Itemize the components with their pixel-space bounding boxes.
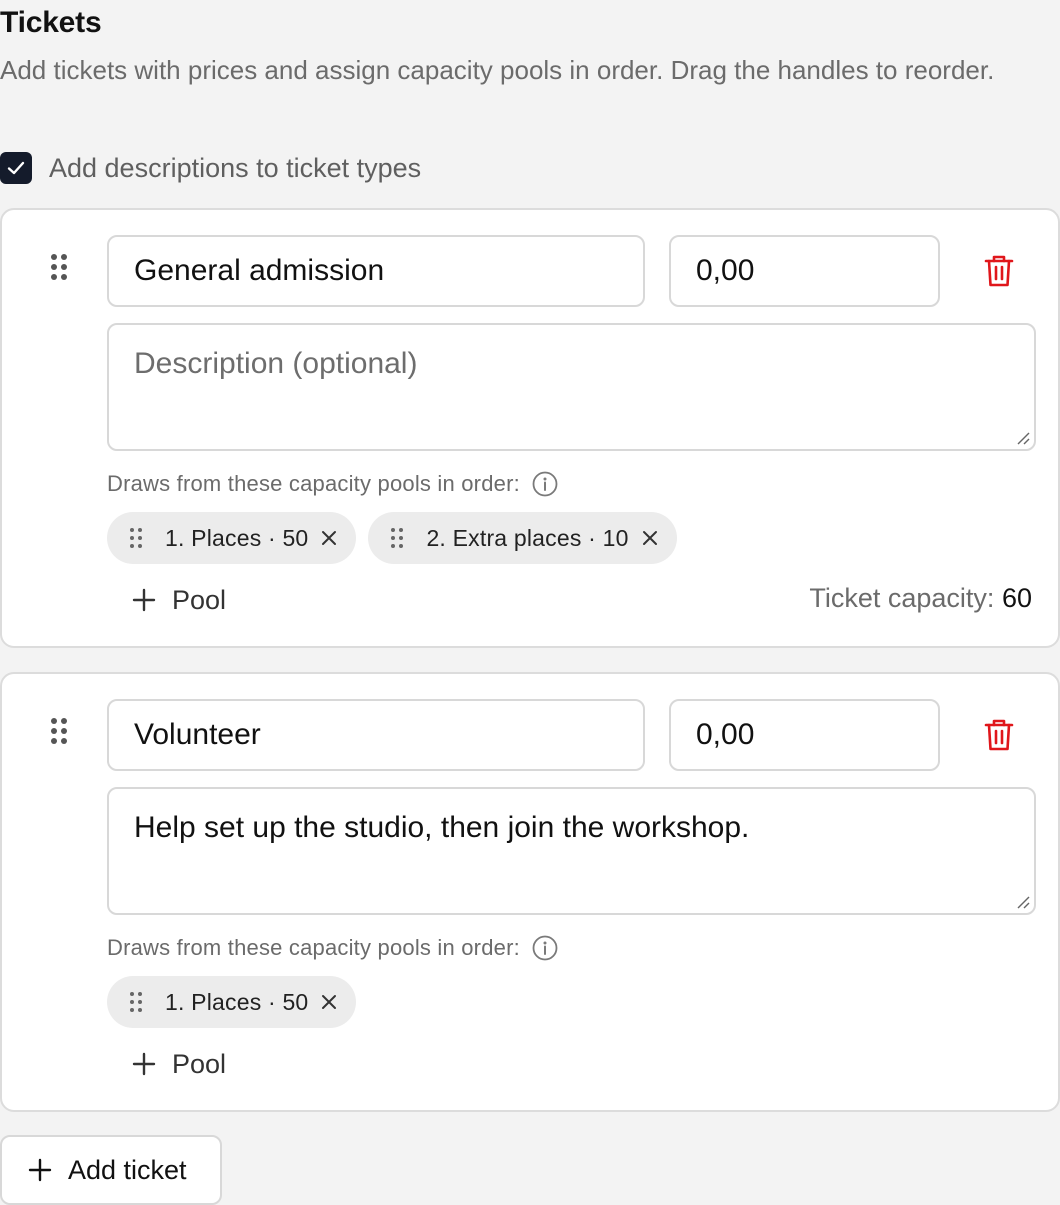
section-description: Add tickets with prices and assign capac… [0, 55, 995, 85]
pool-chip[interactable]: 1. Places · 50 [107, 512, 357, 564]
ticket-name-input[interactable]: Volunteer [107, 699, 645, 771]
section-title: Tickets [0, 6, 102, 39]
add-pool-button[interactable]: Pool [132, 1046, 226, 1082]
ticket-description-placeholder: Description (optional) [134, 347, 418, 380]
ticket-capacity: Ticket capacity: 60 [809, 583, 1032, 613]
resize-grip-icon[interactable] [1016, 895, 1030, 909]
pool-chip-label: 1. Places · 50 [165, 524, 309, 551]
descriptions-toggle-label: Add descriptions to ticket types [49, 152, 422, 183]
ticket-capacity-value: 60 [1001, 583, 1032, 613]
add-ticket-label: Add ticket [68, 1154, 187, 1185]
pool-chip-label: 2. Extra places · 10 [426, 524, 629, 551]
ticket-card: General admission 0,00 Description (opti… [0, 208, 1060, 648]
ticket-price-input[interactable]: 0,00 [669, 699, 940, 771]
info-icon[interactable] [532, 471, 558, 497]
plus-icon [132, 1052, 156, 1076]
descriptions-checkbox[interactable] [0, 152, 32, 184]
pool-chips: 1. Places · 50 [107, 976, 357, 1028]
check-icon [7, 161, 25, 175]
ticket-description-input[interactable]: Description (optional) [107, 323, 1036, 451]
add-pool-button[interactable]: Pool [132, 582, 226, 618]
drag-handle-icon[interactable] [129, 991, 143, 1013]
add-pool-label: Pool [172, 1048, 227, 1079]
resize-grip-icon[interactable] [1016, 431, 1030, 445]
ticket-description-value: Help set up the studio, then join the wo… [134, 811, 750, 844]
pool-chips: 1. Places · 50 2. Extra places · 10 [107, 512, 677, 564]
trash-icon[interactable] [984, 254, 1014, 288]
pool-chip[interactable]: 2. Extra places · 10 [368, 512, 677, 564]
drag-handle-icon[interactable] [49, 252, 69, 282]
trash-icon[interactable] [984, 718, 1014, 752]
ticket-name-input[interactable]: General admission [107, 235, 645, 307]
close-icon[interactable] [320, 529, 338, 547]
drag-handle-icon[interactable] [390, 527, 404, 549]
drag-handle-icon[interactable] [49, 716, 69, 746]
drag-handle-icon[interactable] [129, 527, 143, 549]
close-icon[interactable] [641, 529, 659, 547]
pool-chip[interactable]: 1. Places · 50 [107, 976, 357, 1028]
descriptions-toggle[interactable]: Add descriptions to ticket types [0, 150, 421, 186]
pools-label: Draws from these capacity pools in order… [107, 933, 558, 963]
ticket-card: Volunteer 0,00 Help set up the studio, t… [0, 672, 1060, 1112]
plus-icon [132, 588, 156, 612]
pools-label: Draws from these capacity pools in order… [107, 469, 558, 499]
ticket-price-input[interactable]: 0,00 [669, 235, 940, 307]
add-ticket-button[interactable]: Add ticket [0, 1135, 222, 1205]
plus-icon [28, 1158, 52, 1182]
add-pool-label: Pool [172, 584, 227, 615]
close-icon[interactable] [320, 993, 338, 1011]
pool-chip-label: 1. Places · 50 [165, 988, 309, 1015]
info-icon[interactable] [532, 935, 558, 961]
ticket-description-input[interactable]: Help set up the studio, then join the wo… [107, 787, 1036, 915]
